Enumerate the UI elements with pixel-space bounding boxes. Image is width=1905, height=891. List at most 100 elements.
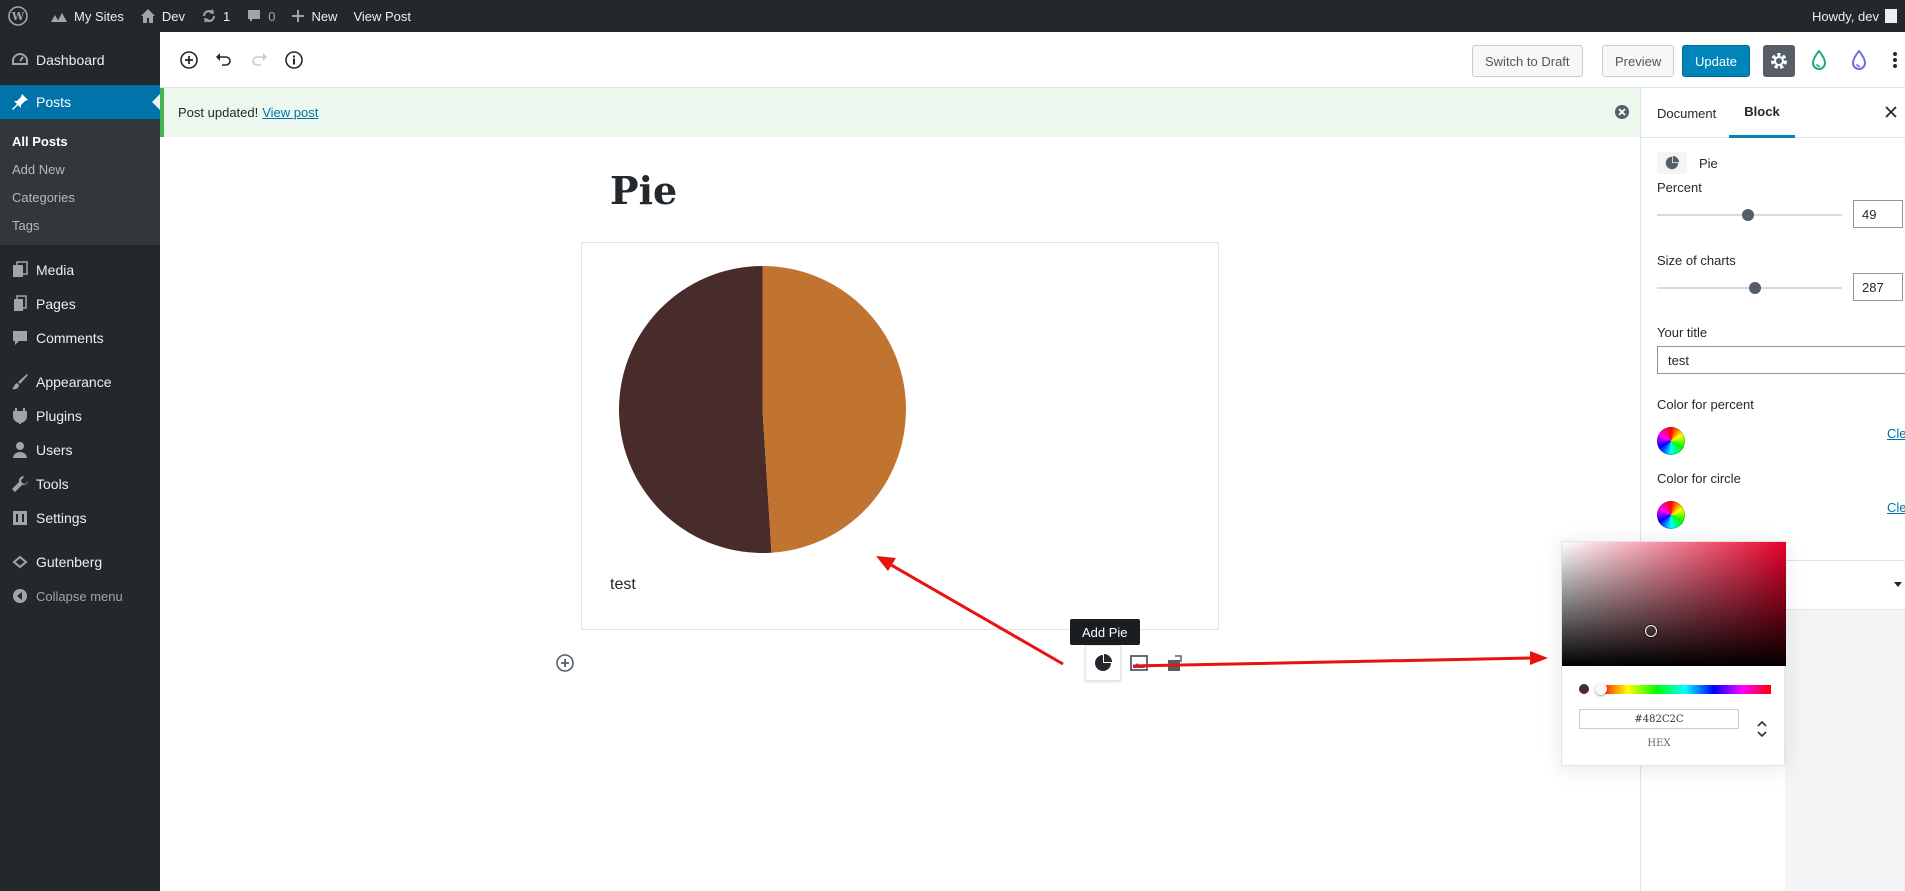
collapsed-panel-header[interactable]: [1785, 560, 1905, 610]
color-picker-popover: #482C2C HEX: [1561, 541, 1786, 766]
comments-link[interactable]: 0: [238, 0, 283, 32]
format-toggle-button[interactable]: [1757, 720, 1767, 741]
more-menu-button[interactable]: [1884, 49, 1905, 71]
menu-pages[interactable]: Pages: [0, 287, 160, 321]
block-type-icon: [1657, 152, 1687, 174]
collapse-menu-button[interactable]: Collapse menu: [0, 579, 160, 613]
saturation-area[interactable]: [1562, 542, 1786, 666]
add-block-icon: [180, 51, 198, 69]
view-post-link[interactable]: View Post: [345, 0, 419, 32]
plugin-icon: [10, 406, 30, 426]
updates-link[interactable]: 1: [193, 0, 238, 32]
gear-icon: [1771, 53, 1787, 69]
menu-comments[interactable]: Comments: [0, 321, 160, 355]
collapse-label: Collapse menu: [36, 588, 123, 604]
percent-slider-thumb[interactable]: [1741, 209, 1754, 221]
posts-submenu: All Posts Add New Categories Tags: [0, 119, 160, 245]
wordpress-logo[interactable]: W: [0, 0, 42, 32]
quick-inserter: [1085, 645, 1195, 681]
switch-to-draft-button[interactable]: Switch to Draft: [1472, 45, 1583, 77]
pushpin-icon: [10, 92, 30, 112]
hue-slider-thumb[interactable]: [1595, 683, 1607, 695]
close-icon: [1885, 106, 1897, 118]
my-sites-label: My Sites: [74, 8, 124, 24]
submenu-add-new[interactable]: Add New: [0, 155, 160, 183]
size-label: Size of charts: [1657, 253, 1736, 268]
block-name: Pie: [1699, 156, 1718, 171]
preview-button[interactable]: Preview: [1602, 45, 1675, 77]
close-sidebar-button[interactable]: [1884, 105, 1898, 122]
color-percent-clear-link[interactable]: Cle: [1887, 426, 1905, 441]
menu-settings[interactable]: Settings: [0, 501, 160, 535]
color-percent-swatch[interactable]: [1657, 427, 1685, 455]
drop-icon: [1851, 50, 1867, 70]
green-drop-button[interactable]: [1808, 49, 1830, 71]
add-shortcode-button[interactable]: [1157, 645, 1193, 681]
menu-gutenberg[interactable]: Gutenberg: [0, 545, 160, 579]
menu-media[interactable]: Media: [0, 253, 160, 287]
submenu-all-posts[interactable]: All Posts: [0, 127, 160, 155]
pie-percent-slice: [762, 266, 906, 553]
menu-posts[interactable]: Posts: [0, 85, 160, 119]
paintbrush-icon: [10, 372, 30, 392]
submenu-tags[interactable]: Tags: [0, 211, 160, 239]
undo-icon: [216, 53, 231, 66]
my-sites-link[interactable]: My Sites: [42, 0, 132, 32]
menu-users[interactable]: Users: [0, 433, 160, 467]
wordpress-icon: W: [8, 6, 28, 26]
add-image-button[interactable]: [1121, 645, 1157, 681]
update-button[interactable]: Update: [1682, 45, 1750, 77]
avatar: [1885, 9, 1897, 23]
tab-block[interactable]: Block: [1729, 88, 1795, 138]
menu-dashboard[interactable]: Dashboard: [0, 43, 160, 77]
new-label: New: [311, 8, 338, 24]
menu-tools[interactable]: Tools: [0, 467, 160, 501]
color-circle-swatch[interactable]: [1657, 501, 1685, 529]
title-input[interactable]: test: [1657, 346, 1905, 374]
menu-gutenberg-label: Gutenberg: [36, 554, 103, 570]
view-post-notice-link[interactable]: View post: [262, 105, 318, 120]
inline-add-block-button[interactable]: [555, 653, 575, 676]
post-title[interactable]: Pie: [610, 168, 677, 213]
size-slider[interactable]: [1657, 282, 1842, 294]
submenu-categories[interactable]: Categories: [0, 183, 160, 211]
settings-icon: [10, 508, 30, 528]
new-content-link[interactable]: New: [283, 0, 345, 32]
size-input[interactable]: 287: [1853, 273, 1903, 301]
add-pie-button[interactable]: [1085, 645, 1121, 681]
wrench-icon: [10, 474, 30, 494]
dismiss-notice-button[interactable]: [1614, 104, 1630, 123]
collapse-icon: [10, 586, 30, 606]
percent-slider[interactable]: [1657, 209, 1842, 221]
admin-menu: Dashboard Posts All Posts Add New Catego…: [0, 32, 160, 891]
hex-input[interactable]: #482C2C: [1579, 709, 1739, 729]
settings-toggle-button[interactable]: [1763, 45, 1795, 77]
saturation-pointer[interactable]: [1645, 625, 1657, 637]
menu-plugins[interactable]: Plugins: [0, 399, 160, 433]
purple-drop-button[interactable]: [1848, 49, 1870, 71]
my-account[interactable]: Howdy, dev: [1812, 0, 1905, 32]
tab-document[interactable]: Document: [1657, 88, 1716, 138]
menu-dashboard-label: Dashboard: [36, 52, 105, 68]
hue-slider[interactable]: [1599, 685, 1771, 694]
color-circle-label: Color for circle: [1657, 471, 1741, 486]
pages-icon: [10, 294, 30, 314]
comment-icon: [248, 10, 261, 22]
undo-button[interactable]: [213, 49, 235, 71]
info-button[interactable]: [283, 49, 305, 71]
redo-button[interactable]: [248, 49, 270, 71]
admin-bar: W My Sites Dev 1 0 New View Post Howdy, …: [0, 0, 1905, 32]
add-block-button[interactable]: [178, 49, 200, 71]
color-circle-clear-link[interactable]: Cle: [1887, 500, 1905, 515]
pie-chart: [619, 266, 906, 553]
chevron-down-icon: [1894, 582, 1902, 587]
percent-input[interactable]: 49: [1853, 200, 1903, 228]
site-name-link[interactable]: Dev: [132, 0, 193, 32]
color-preview: [1579, 684, 1589, 694]
add-block-icon: [556, 654, 574, 672]
menu-appearance[interactable]: Appearance: [0, 365, 160, 399]
size-slider-thumb[interactable]: [1748, 282, 1761, 294]
close-circle-icon: [1615, 105, 1629, 119]
image-icon: [1130, 655, 1148, 671]
menu-media-label: Media: [36, 262, 75, 278]
